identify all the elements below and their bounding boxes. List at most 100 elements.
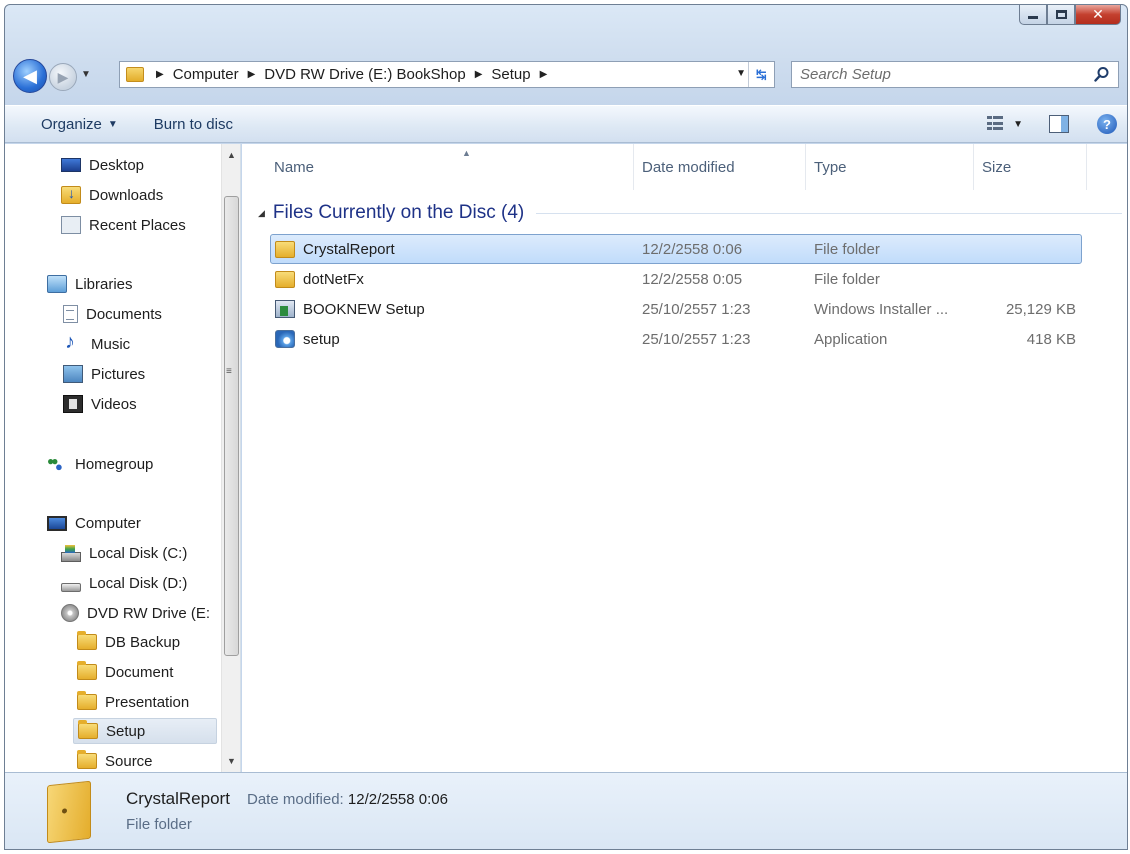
nav-item-local-disk-d[interactable]: Local Disk (D:): [61, 570, 187, 596]
application-icon: [275, 330, 295, 348]
navigation-pane: Desktop Downloads Recent Places Librarie…: [5, 144, 241, 772]
close-icon: ✕: [1092, 6, 1104, 22]
folder-icon: [275, 240, 295, 258]
minimize-icon: [1028, 16, 1038, 19]
details-item-type: File folder: [126, 816, 192, 833]
file-date: 12/2/2558 0:06: [642, 240, 743, 258]
local-disk-c-icon: [61, 545, 81, 562]
file-name: setup: [275, 330, 340, 348]
details-date-label: Date modified: 12/2/2558 0:06: [247, 791, 448, 808]
folder-icon: [77, 631, 97, 650]
file-name-text: setup: [303, 330, 340, 348]
breadcrumb-setup[interactable]: Setup: [491, 66, 530, 83]
nav-item-label: Pictures: [91, 365, 146, 383]
nav-item-label: Videos: [91, 395, 137, 413]
help-icon[interactable]: ?: [1097, 114, 1117, 134]
burn-to-disc-button[interactable]: Burn to disc: [154, 116, 233, 133]
file-size: 418 KB: [1026, 330, 1076, 348]
column-header-label: Date modified: [642, 158, 735, 176]
nav-item-downloads[interactable]: Downloads: [61, 182, 163, 208]
back-arrow-icon: ◀: [23, 65, 37, 86]
nav-item-label: Homegroup: [75, 455, 154, 473]
scrollbar-thumb[interactable]: [224, 196, 239, 656]
nav-item-libraries[interactable]: Libraries: [47, 271, 133, 297]
column-header-date[interactable]: Date modified: [634, 144, 806, 190]
nav-item-homegroup[interactable]: Homegroup: [47, 451, 153, 477]
maximize-icon: [1055, 10, 1067, 19]
file-name: CrystalReport: [275, 240, 395, 258]
column-header-name[interactable]: Name ▲: [266, 144, 634, 190]
column-header-label: Name: [274, 158, 315, 176]
nav-item-setup[interactable]: Setup: [73, 718, 217, 744]
file-row[interactable]: CrystalReport 12/2/2558 0:06 File folder: [270, 234, 1082, 264]
forward-button[interactable]: ▶: [49, 63, 77, 91]
nav-item-desktop[interactable]: Desktop: [61, 152, 144, 178]
scroll-up-arrow-icon[interactable]: ▲: [222, 146, 240, 164]
dvd-drive-icon: [61, 604, 79, 622]
documents-icon: [63, 305, 78, 323]
file-date: 12/2/2558 0:05: [642, 270, 743, 288]
refresh-button[interactable]: ↹: [748, 62, 774, 87]
file-row[interactable]: dotNetFx 12/2/2558 0:05 File folder: [270, 264, 1082, 294]
file-name-text: CrystalReport: [303, 240, 395, 258]
group-header[interactable]: ◢ Files Currently on the Disc (4): [258, 200, 1122, 226]
file-name-text: dotNetFx: [303, 270, 364, 288]
breadcrumb-computer[interactable]: Computer: [173, 66, 239, 83]
file-list-pane: Name ▲ Date modified Type Size ◢ Files C…: [242, 144, 1127, 772]
breadcrumb-dvd-drive[interactable]: DVD RW Drive (E:) BookShop: [264, 66, 465, 83]
nav-item-dvd-drive[interactable]: DVD RW Drive (E:: [61, 600, 210, 626]
change-view-icon[interactable]: [987, 116, 1005, 132]
pictures-icon: [63, 365, 83, 383]
recent-pages-dropdown[interactable]: ▼: [81, 69, 91, 80]
search-input[interactable]: [798, 65, 1088, 84]
scroll-down-arrow-icon[interactable]: ▼: [222, 752, 240, 770]
command-bar-right: ▼ ?: [987, 114, 1117, 134]
file-type: File folder: [814, 270, 880, 288]
column-header-size[interactable]: Size: [974, 144, 1087, 190]
address-bar[interactable]: ▶ Computer ▶ DVD RW Drive (E:) BookShop …: [119, 61, 775, 88]
details-date-label-text: Date modified:: [247, 791, 344, 808]
maximize-button[interactable]: [1047, 5, 1075, 25]
nav-item-pictures[interactable]: Pictures: [63, 361, 145, 387]
collapse-triangle-icon[interactable]: ◢: [258, 208, 265, 219]
file-row[interactable]: setup 25/10/2557 1:23 Application 418 KB: [270, 324, 1082, 354]
nav-scrollbar[interactable]: ▲ ≡ ▼: [221, 144, 240, 772]
file-name: BOOKNEW Setup: [275, 300, 425, 318]
organize-button[interactable]: Organize ▼: [41, 116, 118, 133]
folder-icon: [275, 270, 295, 288]
chevron-right-icon[interactable]: ▶: [475, 69, 483, 80]
preview-pane-icon[interactable]: [1049, 115, 1069, 133]
address-history-dropdown[interactable]: ▼: [736, 68, 746, 79]
chevron-right-icon[interactable]: ▶: [540, 69, 548, 80]
close-button[interactable]: ✕: [1075, 5, 1121, 25]
chevron-right-icon[interactable]: ▶: [248, 69, 256, 80]
search-box[interactable]: [791, 61, 1119, 88]
nav-item-document[interactable]: Document: [77, 659, 173, 685]
nav-item-documents[interactable]: Documents: [63, 301, 162, 327]
sort-ascending-icon: ▲: [462, 148, 471, 158]
column-header-type[interactable]: Type: [806, 144, 974, 190]
nav-item-music[interactable]: Music: [63, 331, 130, 357]
nav-item-db-backup[interactable]: DB Backup: [77, 629, 180, 655]
nav-item-videos[interactable]: Videos: [63, 391, 137, 417]
nav-item-recent-places[interactable]: Recent Places: [61, 212, 186, 238]
file-date: 25/10/2557 1:23: [642, 330, 751, 348]
chevron-right-icon[interactable]: ▶: [156, 69, 164, 80]
homegroup-icon: [47, 454, 67, 474]
folder-icon: [47, 780, 91, 844]
details-date-value: 12/2/2558 0:06: [347, 791, 448, 808]
back-button[interactable]: ◀: [13, 59, 47, 93]
view-options-dropdown[interactable]: ▼: [1013, 119, 1023, 130]
search-icon[interactable]: [1094, 66, 1110, 82]
folder-icon: [77, 691, 97, 710]
group-divider: [536, 212, 1122, 214]
file-row[interactable]: BOOKNEW Setup 25/10/2557 1:23 Windows In…: [270, 294, 1082, 324]
nav-item-local-disk-c[interactable]: Local Disk (C:): [61, 540, 187, 566]
column-header-label: Size: [982, 158, 1012, 176]
file-name: dotNetFx: [275, 270, 364, 288]
nav-item-presentation[interactable]: Presentation: [77, 689, 189, 715]
nav-item-source[interactable]: Source: [77, 748, 153, 772]
nav-item-computer[interactable]: Computer: [47, 510, 141, 536]
minimize-button[interactable]: [1019, 5, 1047, 25]
nav-item-label: Setup: [106, 722, 146, 740]
